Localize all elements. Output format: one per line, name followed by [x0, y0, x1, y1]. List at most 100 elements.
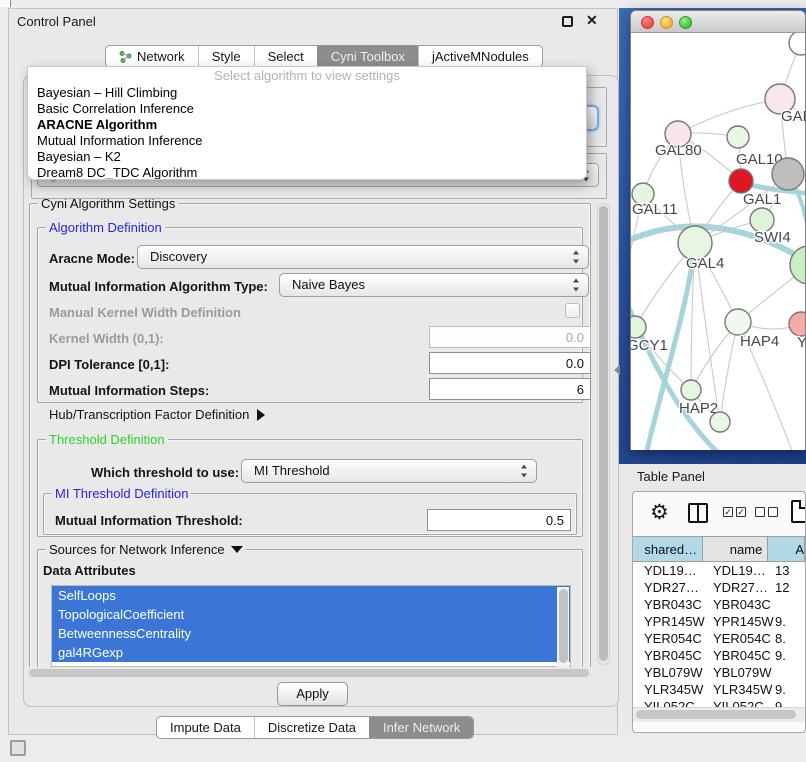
tab-style[interactable]: Style	[198, 46, 254, 67]
scrollbar-thumb[interactable]	[599, 206, 608, 661]
mi-algorithm-type-combo[interactable]: Naive Bayes	[279, 273, 589, 297]
tab-cyni-toolbox[interactable]: Cyni Toolbox	[317, 46, 418, 67]
network-window-titlebar[interactable]	[631, 11, 805, 33]
column-header-name[interactable]: name	[703, 537, 768, 561]
node-gal1[interactable]	[729, 169, 753, 193]
node-unlabeled[interactable]	[789, 33, 805, 55]
collapse-down-icon	[231, 546, 243, 553]
apply-button[interactable]: Apply	[277, 682, 348, 706]
close-traffic-light-icon[interactable]	[641, 16, 654, 29]
attribute-item-selfloops[interactable]: SelfLoops	[52, 586, 570, 605]
tab-impute-data[interactable]: Impute Data	[157, 717, 254, 738]
minimize-traffic-light-icon[interactable]	[660, 16, 673, 29]
node-label-gal7: GAL7	[781, 108, 805, 125]
node-label-gal11: GAL11	[632, 201, 678, 218]
tab-jactivemnodules[interactable]: jActiveMNodules	[418, 46, 542, 67]
gear-icon[interactable]: ⚙	[650, 500, 669, 526]
node-unlabeled[interactable]	[710, 412, 730, 432]
settings-vertical-scrollbar[interactable]	[597, 203, 610, 665]
node-label-hap2: HAP2	[679, 400, 718, 417]
tab-discretize-data[interactable]: Discretize Data	[254, 717, 369, 738]
algorithm-definition-legend: Algorithm Definition	[46, 220, 165, 235]
kernel-width-field[interactable]	[429, 326, 591, 348]
which-threshold-combo[interactable]: MI Threshold	[241, 459, 537, 483]
table-row[interactable]: YBR045CYBR045C9.	[633, 647, 805, 664]
node-label-gal4: GAL4	[686, 255, 724, 272]
attribute-item-gal4rgexp[interactable]: gal4RGexp	[52, 643, 570, 662]
combo-spinner-icon	[521, 465, 528, 478]
scrollbar-thumb[interactable]	[636, 710, 796, 719]
table-row[interactable]: YDR27…YDR27…12	[633, 579, 805, 596]
table-rows: YDL19…YDL19…13YDR27…YDR27…12YBR043CYBR04…	[633, 562, 805, 715]
hub-definition-expander[interactable]: Hub/Transcription Factor Definition	[49, 407, 265, 422]
tab-network[interactable]: Network	[106, 46, 198, 67]
algorithm-option-aracne-algorithm[interactable]: ARACNE Algorithm	[28, 117, 586, 133]
kernel-width-label: Kernel Width (0,1):	[49, 331, 164, 346]
combo-spinner-icon	[573, 251, 580, 264]
network-view-window: GAL7GAL80GAL10GAL1GAL11SWI4GAL4GCY1HAP4Y…	[630, 10, 806, 450]
table-row[interactable]: YBL079WYBL079W	[633, 664, 805, 681]
select-all-icon[interactable]: ✓✓	[723, 507, 746, 517]
document-icon[interactable]	[791, 500, 806, 523]
node-gal10[interactable]	[727, 126, 749, 148]
algorithm-option-bayesian-k2[interactable]: Bayesian – K2	[28, 149, 586, 165]
node-label-gal1: GAL1	[743, 191, 781, 208]
network-canvas[interactable]: GAL7GAL80GAL10GAL1GAL11SWI4GAL4GCY1HAP4Y…	[631, 33, 805, 450]
table-row[interactable]: YPR145WYPR145W9.	[633, 613, 805, 630]
mi-steps-label: Mutual Information Steps:	[49, 383, 209, 398]
node-label-y: Y	[797, 334, 805, 351]
network-graph[interactable]: GAL7GAL80GAL10GAL1GAL11SWI4GAL4GCY1HAP4Y…	[631, 33, 805, 450]
column-header-shared[interactable]: shared…	[633, 537, 703, 561]
mi-threshold-label: Mutual Information Threshold:	[55, 513, 243, 528]
dpi-tolerance-field[interactable]	[429, 352, 591, 374]
split-column-icon[interactable]	[688, 503, 708, 523]
algorithm-option-list: Bayesian – Hill ClimbingBasic Correlatio…	[28, 85, 586, 180]
mi-threshold-field[interactable]	[427, 509, 571, 531]
node-gcy1[interactable]	[631, 316, 646, 338]
collapsed-panel-icon[interactable]	[10, 740, 26, 756]
algorithm-option-basic-correlation-inference[interactable]: Basic Correlation Inference	[28, 101, 586, 117]
algorithm-option-dream8-dc-tdc-algorithm[interactable]: Dream8 DC_TDC Algorithm	[28, 165, 586, 180]
node-unlabeled[interactable]	[772, 158, 804, 190]
window-fragment	[0, 0, 11, 7]
column-header-a[interactable]: A	[768, 537, 805, 561]
mi-steps-field[interactable]	[429, 378, 591, 400]
attribute-item-betweennesscentrality[interactable]: BetweennessCentrality	[52, 624, 570, 643]
algorithm-option-bayesian-hill-climbing[interactable]: Bayesian – Hill Climbing	[28, 85, 586, 101]
manual-kernel-width-checkbox[interactable]	[565, 303, 580, 318]
node-hap4[interactable]	[725, 309, 751, 335]
splitter-collapse-icon[interactable]	[614, 365, 620, 375]
algorithm-dropdown-popup: Select algorithm to view settings Bayesi…	[27, 66, 587, 180]
table-panel-title: Table Panel	[637, 469, 705, 484]
node-y[interactable]	[789, 312, 805, 336]
node-hap2[interactable]	[681, 380, 701, 400]
tab-infer-network[interactable]: Infer Network	[369, 717, 473, 738]
table-horizontal-scrollbar[interactable]	[633, 707, 805, 722]
table-row[interactable]: YBR043CYBR043C	[633, 596, 805, 613]
aracne-mode-combo[interactable]: Discovery	[137, 245, 589, 269]
table-row[interactable]: YLR345WYLR345W9.	[633, 681, 805, 698]
data-attributes-label: Data Attributes	[43, 563, 136, 578]
threshold-definition-legend: Threshold Definition	[46, 432, 168, 447]
table-row[interactable]: YER054CYER054C8.	[633, 630, 805, 647]
settings-horizontal-scrollbar[interactable]	[27, 668, 593, 678]
attribute-item-topologicalcoefficient[interactable]: TopologicalCoefficient	[52, 605, 570, 624]
cyni-bottom-tabs: Impute DataDiscretize DataInfer Network	[156, 716, 474, 739]
data-attributes-list[interactable]: SelfLoopsTopologicalCoefficientBetweenne…	[51, 585, 571, 667]
sources-legend[interactable]: Sources for Network Inference	[46, 542, 246, 557]
scrollbar-thumb[interactable]	[559, 589, 568, 663]
mi-threshold-legend: MI Threshold Definition	[52, 486, 191, 501]
table-row[interactable]: YDL19…YDL19…13	[633, 562, 805, 579]
unselect-all-icon[interactable]	[755, 507, 778, 517]
control-panel-titlebar[interactable]: Control Panel ✕	[9, 9, 617, 33]
zoom-traffic-light-icon[interactable]	[679, 16, 692, 29]
algorithm-option-mutual-information-inference[interactable]: Mutual Information Inference	[28, 133, 586, 149]
combo-spinner-icon	[573, 279, 580, 292]
close-icon[interactable]: ✕	[586, 12, 598, 29]
attributes-scrollbar[interactable]	[557, 587, 569, 667]
network-icon	[119, 51, 132, 63]
float-window-icon[interactable]	[562, 16, 573, 27]
node-table: ⚙ ✓✓ shared…nameA YDL19…YDL19…13YDR27…YD…	[632, 491, 806, 733]
scrollbar-thumb[interactable]	[29, 669, 589, 677]
tab-select[interactable]: Select	[254, 46, 317, 67]
